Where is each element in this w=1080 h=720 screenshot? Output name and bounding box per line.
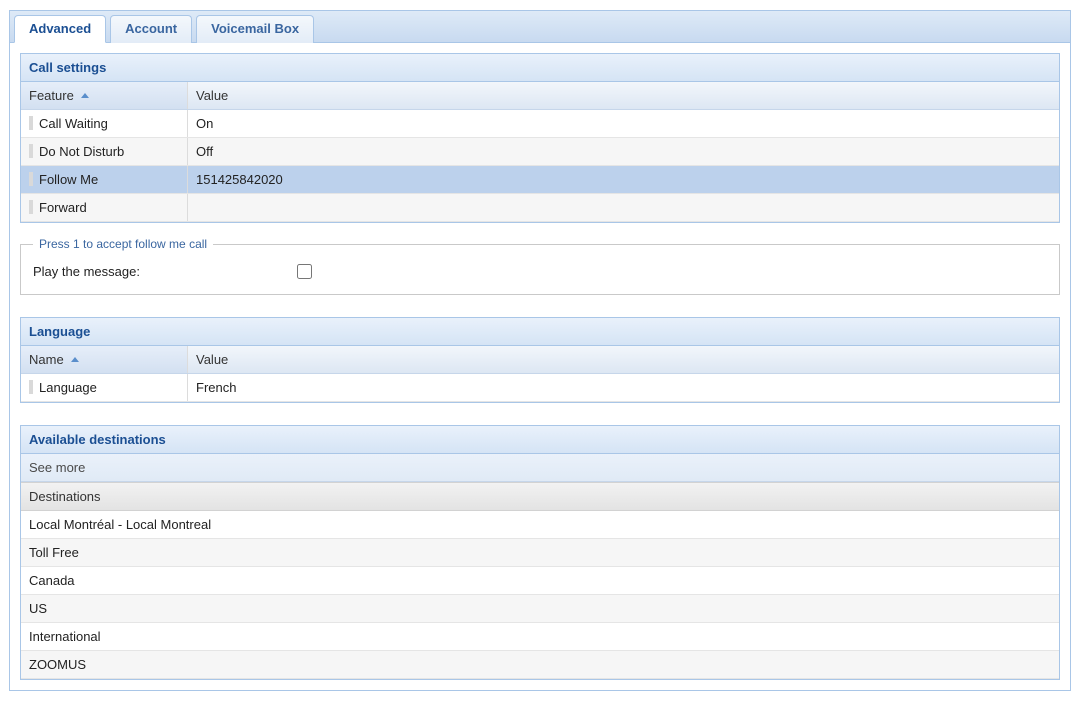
table-row[interactable]: Call Waiting On <box>21 110 1059 138</box>
sort-asc-icon <box>81 93 89 98</box>
play-message-checkbox[interactable] <box>297 264 312 279</box>
destination-label: US <box>29 601 47 616</box>
cell-value: 151425842020 <box>196 172 283 187</box>
call-settings-panel: Call settings Feature Value <box>20 53 1060 223</box>
table-row[interactable]: Language French <box>21 374 1059 402</box>
list-item[interactable]: Local Montréal - Local Montreal <box>21 511 1059 539</box>
cell-value: On <box>196 116 213 131</box>
cell-value: Off <box>196 144 213 159</box>
panel-title: Call settings <box>21 54 1059 82</box>
list-item[interactable]: ZOOMUS <box>21 651 1059 679</box>
tab-voicemail[interactable]: Voicemail Box <box>196 15 314 43</box>
row-handle-icon <box>29 116 33 130</box>
tab-strip: Advanced Account Voicemail Box <box>10 11 1070 43</box>
tab-advanced[interactable]: Advanced <box>14 15 106 43</box>
list-item[interactable]: US <box>21 595 1059 623</box>
list-item[interactable]: Toll Free <box>21 539 1059 567</box>
column-label: Value <box>196 88 228 103</box>
cell-feature: Call Waiting <box>39 116 108 131</box>
panel-title: Language <box>21 318 1059 346</box>
list-item[interactable]: International <box>21 623 1059 651</box>
row-handle-icon <box>29 144 33 158</box>
row-handle-icon <box>29 200 33 214</box>
tab-account[interactable]: Account <box>110 15 192 43</box>
row-handle-icon <box>29 380 33 394</box>
cell-feature: Forward <box>39 200 87 215</box>
column-label: Value <box>196 352 228 367</box>
row-handle-icon <box>29 172 33 186</box>
table-row[interactable]: Forward <box>21 194 1059 222</box>
cell-value: French <box>196 380 236 395</box>
list-item[interactable]: Canada <box>21 567 1059 595</box>
cell-feature: Follow Me <box>39 172 98 187</box>
see-more-link[interactable]: See more <box>21 454 1059 482</box>
destinations-panel: Available destinations See more Destinat… <box>20 425 1060 680</box>
destination-label: ZOOMUS <box>29 657 86 672</box>
call-settings-table: Feature Value Call Waiting On Do N <box>21 82 1059 222</box>
sort-asc-icon <box>71 357 79 362</box>
column-header-value[interactable]: Value <box>188 82 1060 110</box>
column-label: Destinations <box>29 489 101 504</box>
destination-label: Toll Free <box>29 545 79 560</box>
cell-feature: Do Not Disturb <box>39 144 124 159</box>
destination-label: Local Montréal - Local Montreal <box>29 517 211 532</box>
cell-name: Language <box>39 380 97 395</box>
table-row[interactable]: Follow Me 151425842020 <box>21 166 1059 194</box>
play-message-label: Play the message: <box>33 264 293 279</box>
column-header-name[interactable]: Name <box>21 346 188 374</box>
language-table: Name Value Language French <box>21 346 1059 402</box>
column-label: Name <box>29 352 64 367</box>
page-container: Advanced Account Voicemail Box Call sett… <box>9 10 1071 691</box>
table-row[interactable]: Do Not Disturb Off <box>21 138 1059 166</box>
tab-label: Advanced <box>29 21 91 36</box>
tab-content: Call settings Feature Value <box>10 43 1070 690</box>
column-header-feature[interactable]: Feature <box>21 82 188 110</box>
tab-label: Voicemail Box <box>211 21 299 36</box>
tab-label: Account <box>125 21 177 36</box>
column-header-value[interactable]: Value <box>188 346 1060 374</box>
destination-label: International <box>29 629 101 644</box>
follow-me-fieldset: Press 1 to accept follow me call Play th… <box>20 237 1060 295</box>
column-label: Feature <box>29 88 74 103</box>
fieldset-legend: Press 1 to accept follow me call <box>33 237 213 251</box>
destination-label: Canada <box>29 573 75 588</box>
language-panel: Language Name Value Langua <box>20 317 1060 403</box>
panel-title: Available destinations <box>21 426 1059 454</box>
column-header-destinations[interactable]: Destinations <box>21 482 1059 511</box>
see-more-label: See more <box>29 460 85 475</box>
